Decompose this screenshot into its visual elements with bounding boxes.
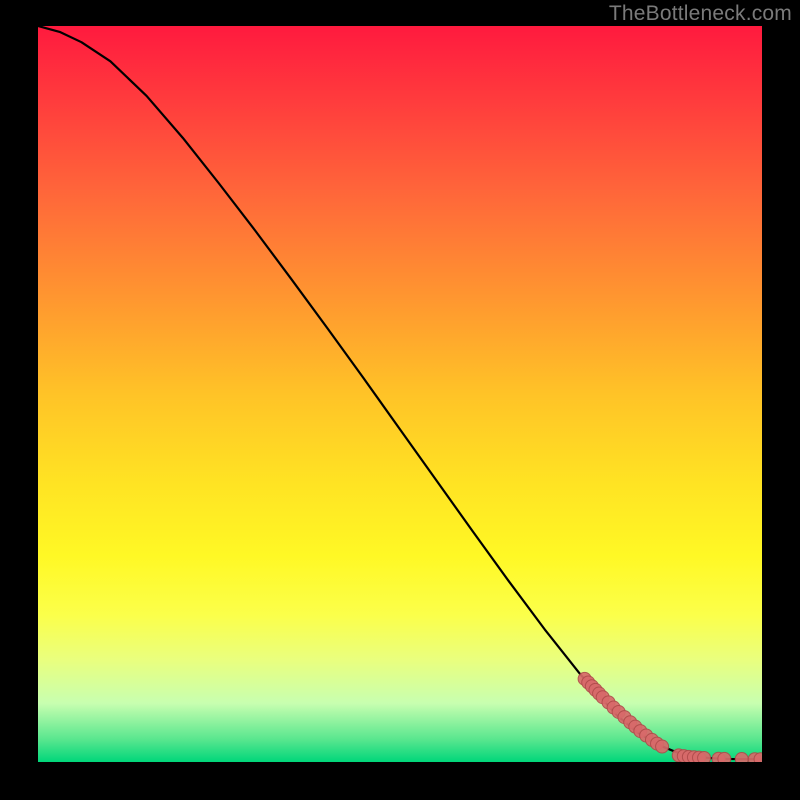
chart-svg	[38, 26, 762, 762]
watermark-text: TheBottleneck.com	[609, 2, 792, 26]
plot-area	[38, 26, 762, 762]
frame: TheBottleneck.com	[0, 0, 800, 800]
curve-line	[38, 26, 762, 759]
